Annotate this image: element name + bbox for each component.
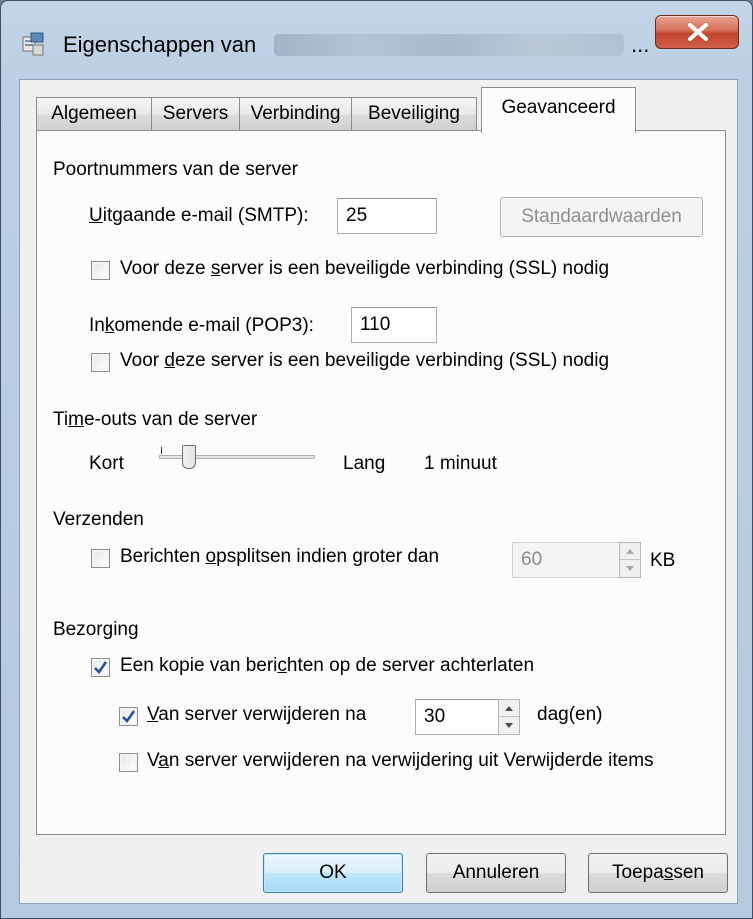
sending-group-label: Verzenden	[53, 509, 144, 530]
arrow-down-icon	[505, 723, 513, 728]
pop3-port-input[interactable]: 110	[351, 307, 437, 343]
remove-deleted-label: Van server verwijderen na verwijdering u…	[147, 750, 654, 771]
tab-strip: Algemeen Servers Verbinding Beveiliging …	[36, 87, 726, 133]
delivery-group-label: Bezorging	[53, 619, 139, 640]
spin-up-button[interactable]	[620, 543, 640, 560]
remove-deleted-checkbox[interactable]	[119, 753, 138, 772]
tab-geavanceerd[interactable]: Geavanceerd	[481, 87, 636, 133]
spin-down-button[interactable]	[620, 560, 640, 577]
remove-after-label: Van server verwijderen na	[147, 704, 367, 725]
window-title: Eigenschappen van	[63, 32, 257, 57]
arrow-up-icon	[505, 706, 513, 711]
checkmark-icon	[122, 710, 136, 724]
slider-thumb[interactable]	[182, 445, 196, 469]
timeouts-group-divider	[325, 421, 699, 422]
split-messages-label: Berichten opsplitsen indien groter dan	[120, 546, 440, 567]
tab-servers[interactable]: Servers	[151, 97, 240, 131]
dialog-window: Eigenschappen van ... Algemeen Servers V…	[0, 0, 753, 919]
tab-verbinding[interactable]: Verbinding	[239, 97, 352, 131]
split-size-spinner[interactable]	[619, 542, 641, 578]
split-size-input[interactable]: 60	[512, 542, 620, 578]
close-button[interactable]	[655, 15, 739, 49]
redacted-account-name	[274, 34, 624, 56]
account-properties-icon	[22, 32, 44, 56]
smtp-ssl-checkbox[interactable]	[91, 261, 110, 280]
remove-after-spinner[interactable]	[498, 699, 520, 735]
keep-copy-checkbox[interactable]	[91, 658, 110, 677]
smtp-port-label: Uitgaande e-mail (SMTP):	[89, 205, 309, 226]
timeouts-group-label: Time-outs van de server	[53, 409, 258, 430]
checkmark-icon	[94, 661, 108, 675]
tab-beveiliging[interactable]: Beveiliging	[351, 97, 477, 131]
tab-label: Servers	[162, 103, 229, 124]
title-ellipsis: ...	[631, 32, 650, 57]
timeout-short-label: Kort	[89, 453, 124, 474]
ok-button[interactable]: OK	[263, 853, 403, 893]
ports-group-divider	[357, 171, 699, 172]
defaults-button[interactable]: Standaardwaarden	[500, 197, 703, 237]
remove-after-checkbox[interactable]	[119, 707, 138, 726]
split-messages-checkbox[interactable]	[91, 549, 110, 568]
timeout-long-label: Lang	[343, 453, 386, 474]
arrow-down-icon	[626, 566, 634, 571]
pop3-port-label: Inkomende e-mail (POP3):	[89, 315, 314, 336]
arrow-up-icon	[626, 549, 634, 554]
title-bar[interactable]: Eigenschappen van ...	[1, 1, 752, 81]
smtp-ssl-label: Voor deze server is een beveiligde verbi…	[120, 258, 610, 279]
split-size-unit: KB	[650, 550, 676, 571]
pop3-ssl-checkbox[interactable]	[91, 353, 110, 372]
keep-copy-label: Een kopie van berichten op de server ach…	[120, 655, 535, 676]
spin-up-button[interactable]	[499, 700, 519, 717]
remove-after-unit: dag(en)	[537, 704, 603, 725]
delivery-group-divider	[173, 631, 699, 632]
sending-group-divider	[187, 521, 699, 522]
advanced-tab-panel: Poortnummers van de server Uitgaande e-m…	[36, 130, 726, 835]
tab-label: Algemeen	[51, 103, 137, 124]
tab-label: Beveiliging	[368, 103, 460, 124]
timeout-value: 1 minuut	[424, 453, 497, 474]
apply-button[interactable]: Toepassen	[588, 853, 728, 893]
tab-label: Verbinding	[250, 103, 341, 124]
tab-algemeen[interactable]: Algemeen	[36, 97, 152, 131]
slider-tick	[161, 447, 162, 454]
dialog-client-area: Algemeen Servers Verbinding Beveiliging …	[19, 79, 738, 904]
ports-group-label: Poortnummers van de server	[53, 159, 298, 180]
cancel-button[interactable]: Annuleren	[426, 853, 566, 893]
close-icon	[688, 23, 708, 41]
spin-down-button[interactable]	[499, 717, 519, 734]
remove-after-days-input[interactable]: 30	[415, 699, 499, 735]
tab-label: Geavanceerd	[501, 97, 616, 118]
timeout-slider[interactable]	[157, 443, 317, 477]
smtp-port-input[interactable]: 25	[337, 198, 437, 234]
pop3-ssl-label: Voor deze server is een beveiligde verbi…	[120, 350, 610, 371]
